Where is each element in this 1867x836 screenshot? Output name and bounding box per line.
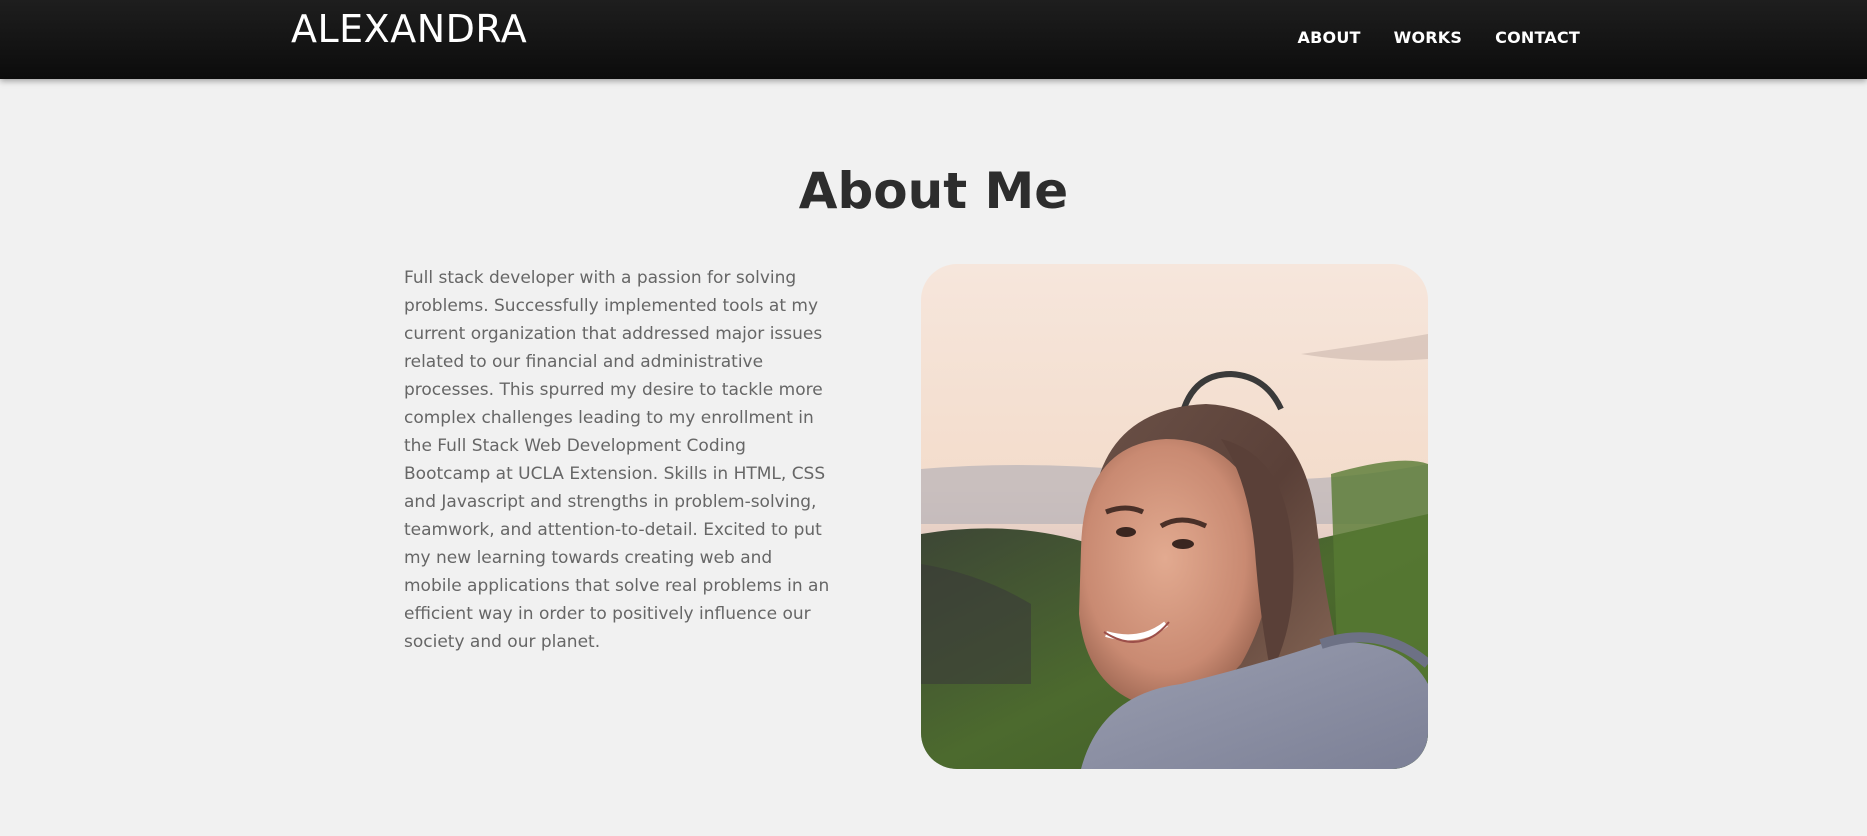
nav-about-link[interactable]: ABOUT bbox=[1298, 26, 1361, 50]
main-nav: ABOUT WORKS CONTACT bbox=[1298, 26, 1580, 50]
about-heading: About Me bbox=[798, 162, 1069, 220]
profile-photo bbox=[921, 264, 1428, 769]
profile-photo-illustration bbox=[921, 264, 1428, 769]
nav-contact-link[interactable]: CONTACT bbox=[1495, 26, 1580, 50]
about-description: Full stack developer with a passion for … bbox=[404, 268, 830, 652]
brand-logo-link[interactable]: ALEXANDRA bbox=[291, 6, 527, 52]
nav-works-link[interactable]: WORKS bbox=[1394, 26, 1463, 50]
about-section: About Me Full stack developer with a pas… bbox=[0, 79, 1867, 836]
site-header: ALEXANDRA ABOUT WORKS CONTACT bbox=[0, 0, 1867, 79]
